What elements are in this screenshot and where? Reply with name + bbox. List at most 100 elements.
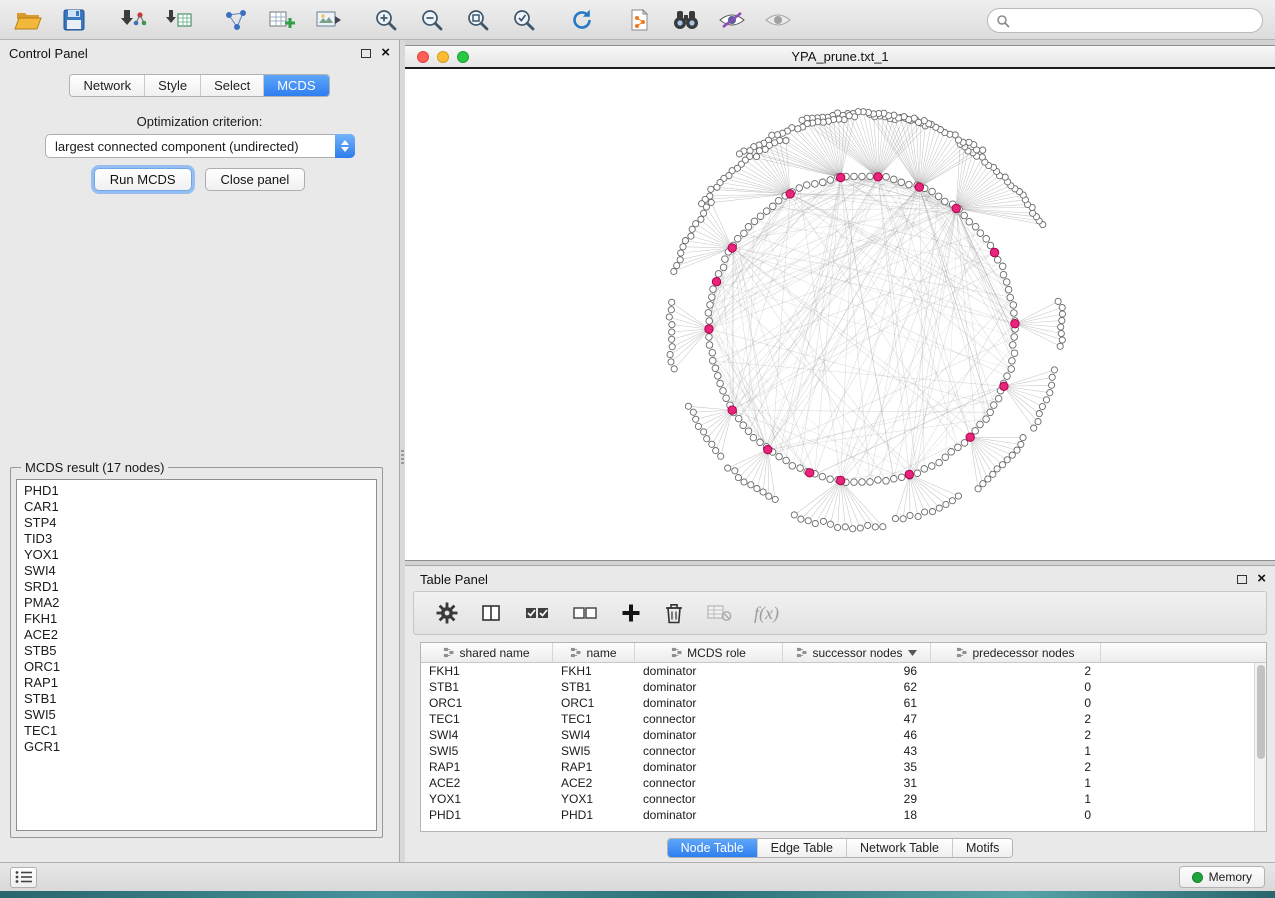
- attribute-type-icon: [570, 647, 581, 658]
- scrollbar-thumb[interactable]: [1257, 665, 1265, 759]
- network-canvas[interactable]: [405, 71, 1275, 560]
- save-session-button[interactable]: [58, 5, 90, 35]
- column-label: shared name: [459, 646, 529, 660]
- table-row[interactable]: PHD1PHD1dominator180: [421, 807, 1254, 823]
- minimize-window-icon[interactable]: [437, 51, 449, 63]
- zoom-tool-group: [370, 5, 540, 35]
- function-builder-button[interactable]: f(x): [754, 598, 779, 628]
- table-row[interactable]: SWI5SWI5connector431: [421, 743, 1254, 759]
- close-panel-icon[interactable]: ×: [381, 46, 390, 60]
- add-table-button[interactable]: [266, 5, 298, 35]
- tab-network-table[interactable]: Network Table: [846, 839, 952, 857]
- mcds-result-item[interactable]: ORC1: [17, 659, 376, 675]
- zoom-in-button[interactable]: [370, 5, 402, 35]
- zoom-selected-button[interactable]: [508, 5, 540, 35]
- table-row[interactable]: SWI4SWI4dominator462: [421, 727, 1254, 743]
- mcds-result-item[interactable]: STB1: [17, 691, 376, 707]
- table-cell: [1101, 663, 1254, 679]
- mcds-result-item[interactable]: TID3: [17, 531, 376, 547]
- table-cell: [1101, 679, 1254, 695]
- mcds-result-item[interactable]: FKH1: [17, 611, 376, 627]
- table-row[interactable]: FKH1FKH1dominator962: [421, 663, 1254, 679]
- mcds-result-item[interactable]: CAR1: [17, 499, 376, 515]
- export-image-button[interactable]: [312, 5, 344, 35]
- tab-select[interactable]: Select: [200, 75, 263, 96]
- select-all-columns-button[interactable]: [524, 598, 550, 628]
- close-table-panel-icon[interactable]: ×: [1257, 572, 1266, 586]
- table-row[interactable]: RAP1RAP1dominator352: [421, 759, 1254, 775]
- tab-style[interactable]: Style: [144, 75, 200, 96]
- column-header-name[interactable]: name: [553, 643, 635, 662]
- binoculars-search-button[interactable]: [670, 5, 702, 35]
- table-settings-button[interactable]: [436, 598, 458, 628]
- table-cell: 0: [931, 807, 1101, 823]
- float-panel-icon[interactable]: [361, 49, 371, 58]
- deselect-all-columns-button[interactable]: [572, 598, 598, 628]
- mcds-result-item[interactable]: SWI4: [17, 563, 376, 579]
- column-label: MCDS role: [687, 646, 746, 660]
- zoom-out-button[interactable]: [416, 5, 448, 35]
- column-header-mcds-role[interactable]: MCDS role: [635, 643, 783, 662]
- search-input[interactable]: [1015, 14, 1254, 28]
- memory-button[interactable]: Memory: [1179, 866, 1265, 888]
- table-row[interactable]: ORC1ORC1dominator610: [421, 695, 1254, 711]
- mcds-result-item[interactable]: STB5: [17, 643, 376, 659]
- import-table-button[interactable]: [162, 5, 194, 35]
- table-scrollbar[interactable]: [1254, 663, 1266, 831]
- copy-network-button[interactable]: [624, 5, 656, 35]
- panel-menu-button[interactable]: [10, 867, 37, 888]
- maximize-window-icon[interactable]: [457, 51, 469, 63]
- table-row[interactable]: YOX1YOX1connector291: [421, 791, 1254, 807]
- table-row[interactable]: ACE2ACE2connector311: [421, 775, 1254, 791]
- table-cell: [1101, 711, 1254, 727]
- import-network-button[interactable]: [116, 5, 148, 35]
- column-header-shared-name[interactable]: shared name: [421, 643, 553, 662]
- mcds-result-item[interactable]: STP4: [17, 515, 376, 531]
- new-network-button[interactable]: [220, 5, 252, 35]
- mcds-result-item[interactable]: SRD1: [17, 579, 376, 595]
- delete-column-button[interactable]: [664, 598, 684, 628]
- node-table-header: shared name name MCDS role successor nod…: [421, 643, 1266, 663]
- column-header-predecessor-nodes[interactable]: predecessor nodes: [931, 643, 1101, 662]
- criterion-dropdown[interactable]: largest connected component (undirected): [45, 134, 355, 158]
- table-row[interactable]: STB1STB1dominator620: [421, 679, 1254, 695]
- close-window-icon[interactable]: [417, 51, 429, 63]
- table-cell: connector: [635, 743, 783, 759]
- tab-edge-table[interactable]: Edge Table: [757, 839, 846, 857]
- tab-network[interactable]: Network: [70, 75, 144, 96]
- save-floppy-icon: [62, 8, 86, 32]
- mcds-result-item[interactable]: RAP1: [17, 675, 376, 691]
- mcds-result-item[interactable]: YOX1: [17, 547, 376, 563]
- criterion-dropdown-value: largest connected component (undirected): [55, 139, 299, 154]
- node-table-body: FKH1FKH1dominator962STB1STB1dominator620…: [421, 663, 1254, 831]
- mcds-result-item[interactable]: PHD1: [17, 483, 376, 499]
- network-nodes-icon: [223, 8, 249, 32]
- tab-mcds[interactable]: MCDS: [263, 75, 328, 96]
- deselect-all-icon: [572, 602, 598, 624]
- mcds-result-item[interactable]: SWI5: [17, 707, 376, 723]
- mcds-result-item[interactable]: PMA2: [17, 595, 376, 611]
- show-graphics-button[interactable]: [762, 5, 794, 35]
- tab-node-table[interactable]: Node Table: [668, 839, 757, 857]
- mcds-result-item[interactable]: ACE2: [17, 627, 376, 643]
- add-column-button[interactable]: [620, 598, 642, 628]
- mcds-result-list[interactable]: PHD1CAR1STP4TID3YOX1SWI4SRD1PMA2FKH1ACE2…: [16, 479, 377, 831]
- mcds-result-item[interactable]: TEC1: [17, 723, 376, 739]
- delete-table-button[interactable]: [706, 598, 732, 628]
- table-row[interactable]: TEC1TEC1connector472: [421, 711, 1254, 727]
- hide-graphics-button[interactable]: [716, 5, 748, 35]
- run-mcds-button[interactable]: Run MCDS: [94, 168, 192, 191]
- show-columns-button[interactable]: [480, 598, 502, 628]
- optimization-criterion-label: Optimization criterion:: [0, 114, 399, 129]
- float-table-panel-icon[interactable]: [1237, 575, 1247, 584]
- zoom-fit-button[interactable]: [462, 5, 494, 35]
- search-box[interactable]: [987, 8, 1263, 33]
- open-file-button[interactable]: [12, 5, 44, 35]
- tab-motifs[interactable]: Motifs: [952, 839, 1012, 857]
- mcds-result-item[interactable]: GCR1: [17, 739, 376, 755]
- table-cell: [1101, 695, 1254, 711]
- close-mcds-panel-button[interactable]: Close panel: [205, 168, 306, 191]
- refresh-view-button[interactable]: [566, 5, 598, 35]
- column-header-successor-nodes[interactable]: successor nodes: [783, 643, 931, 662]
- splitter-grip-icon: [401, 450, 404, 464]
